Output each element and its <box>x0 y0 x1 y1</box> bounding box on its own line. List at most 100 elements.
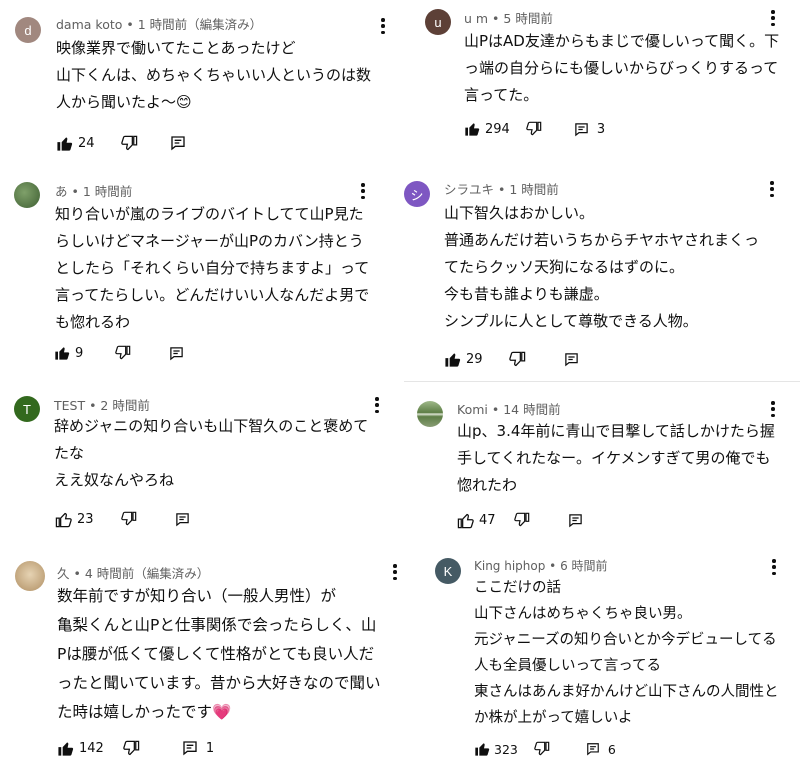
comment-text: 山p、3.4年前に青山で目撃して話しかけたら握 手してくれたなー。イケメンすぎて… <box>457 422 775 494</box>
comment-meta: Komi • 14 時間前 <box>457 402 561 417</box>
comment-text: 数年前ですが知り合い（一般人男性）が 亀梨くんと山Pと仕事関係で会ったらしく、山… <box>57 587 381 721</box>
dislike-button[interactable] <box>123 740 140 757</box>
reply-button[interactable] <box>175 512 198 527</box>
comment-text: 山下智久はおかしい。 普通あんだけ若いうちからチヤホヤされまくっ てたらクッソ天… <box>444 204 760 330</box>
thumbs-up-icon <box>55 347 70 360</box>
thumbs-up-icon <box>57 137 73 151</box>
like-button[interactable]: 47 <box>457 512 496 529</box>
avatar[interactable] <box>15 561 45 591</box>
thumbs-down-icon <box>508 351 525 366</box>
thumbs-down-icon <box>120 135 137 150</box>
like-count: 29 <box>466 351 483 367</box>
comment-actions: 29 <box>444 349 587 369</box>
avatar[interactable]: u <box>425 9 451 35</box>
reply-button[interactable] <box>170 135 194 151</box>
comment-actions: 24 <box>56 133 194 153</box>
more-options-icon[interactable] <box>376 17 390 35</box>
avatar[interactable] <box>14 182 40 208</box>
reply-count: 3 <box>596 121 606 137</box>
avatar[interactable]: d <box>15 17 41 43</box>
dislike-button[interactable] <box>526 121 542 137</box>
avatar[interactable] <box>417 401 443 427</box>
thumbs-down-icon <box>115 345 131 360</box>
divider <box>404 381 800 382</box>
comment-actions: 23 <box>55 509 198 529</box>
dislike-button[interactable] <box>534 741 550 757</box>
comment-text: 山PはAD友達からもまじで優しいって聞く。下 っ端の自分らにも優しいからびっくり… <box>464 32 780 104</box>
comment-actions: 9 <box>54 343 192 363</box>
like-count: 9 <box>75 345 84 361</box>
comment-text: 知り合いが嵐のライブのバイトしてて山P見た らしいけどマネージャーが山Pのカバン… <box>55 205 370 331</box>
like-count: 142 <box>79 740 104 756</box>
thumbs-down-icon <box>513 512 529 527</box>
comment-actions: 142 1 <box>57 738 214 758</box>
comment-actions: 47 <box>457 510 591 530</box>
like-count: 323 <box>494 741 518 757</box>
reply-button[interactable]: 6 <box>586 742 616 757</box>
comment-text: ここだけの話 山下さんはめちゃくちゃ良い男。 元ジャニーズの知り合いとか今デビュ… <box>474 580 779 726</box>
thumbs-down-icon <box>534 741 550 756</box>
more-options-icon[interactable] <box>765 180 779 198</box>
reply-button[interactable] <box>169 346 192 361</box>
thumbs-up-icon <box>457 513 474 528</box>
comment-meta: シラユキ • 1 時間前 <box>444 182 559 197</box>
dislike-button[interactable] <box>120 135 138 152</box>
reply-button[interactable] <box>564 352 587 367</box>
like-button[interactable]: 24 <box>56 135 95 152</box>
reply-icon <box>568 513 582 527</box>
dislike-button[interactable] <box>115 345 131 361</box>
thumbs-up-icon <box>475 743 490 756</box>
reply-icon <box>175 512 189 526</box>
like-count: 23 <box>77 511 94 527</box>
more-options-icon[interactable] <box>356 182 370 200</box>
comment-meta: 久 • 4 時間前（編集済み） <box>57 566 210 581</box>
like-button[interactable]: 142 <box>57 740 104 757</box>
comment-actions: 294 3 <box>464 119 605 139</box>
reply-icon <box>183 741 197 756</box>
like-button[interactable]: 29 <box>444 351 483 368</box>
dislike-button[interactable] <box>120 511 137 527</box>
avatar[interactable]: T <box>14 396 40 422</box>
reply-icon <box>575 122 588 136</box>
comment-meta: あ • 1 時間前 <box>55 184 133 199</box>
like-button[interactable]: 323 <box>474 741 518 757</box>
like-button[interactable]: 9 <box>54 345 83 361</box>
more-options-icon[interactable] <box>766 400 780 418</box>
reply-button[interactable] <box>568 513 591 528</box>
thumbs-up-icon <box>465 123 480 136</box>
thumbs-up-icon <box>55 512 72 527</box>
reply-icon <box>170 346 184 360</box>
more-options-icon[interactable] <box>767 558 781 576</box>
reply-count: 6 <box>607 741 616 757</box>
thumbs-down-icon <box>526 121 542 136</box>
dislike-button[interactable] <box>513 512 530 528</box>
comment-meta: u m • 5 時間前 <box>464 11 553 26</box>
avatar[interactable]: シ <box>404 181 430 207</box>
comment-text: 辞めジャニの知り合いも山下智久のこと褒めて たな ええ奴なんやろね <box>54 417 369 489</box>
comment-actions: 323 6 <box>474 739 616 759</box>
thumbs-down-icon <box>123 740 140 755</box>
more-options-icon[interactable] <box>370 396 384 414</box>
like-count: 294 <box>485 121 510 137</box>
like-button[interactable]: 294 <box>464 121 510 137</box>
thumbs-up-icon <box>58 742 74 756</box>
comment-text: 映像業界で働いてたことあったけど 山下くんは、めちゃくちゃいい人というのは数 人… <box>56 39 372 111</box>
thumbs-up-icon <box>445 353 461 367</box>
like-count: 47 <box>479 512 496 528</box>
more-options-icon[interactable] <box>766 9 780 27</box>
thumbs-down-icon <box>120 511 136 526</box>
avatar[interactable]: K <box>435 558 461 584</box>
reply-icon <box>564 352 578 366</box>
more-options-icon[interactable] <box>388 563 402 581</box>
reply-count: 1 <box>205 740 215 756</box>
reply-button[interactable]: 1 <box>182 740 214 756</box>
like-count: 24 <box>78 135 95 151</box>
comment-meta: dama koto • 1 時間前（編集済み） <box>56 17 263 32</box>
comment-meta: TEST • 2 時間前 <box>54 398 150 413</box>
reply-icon <box>170 136 185 151</box>
like-button[interactable]: 23 <box>55 511 94 528</box>
dislike-button[interactable] <box>508 351 526 368</box>
reply-icon <box>587 743 599 756</box>
comment-meta: King hiphop • 6 時間前 <box>474 559 608 573</box>
reply-button[interactable]: 3 <box>574 122 605 137</box>
